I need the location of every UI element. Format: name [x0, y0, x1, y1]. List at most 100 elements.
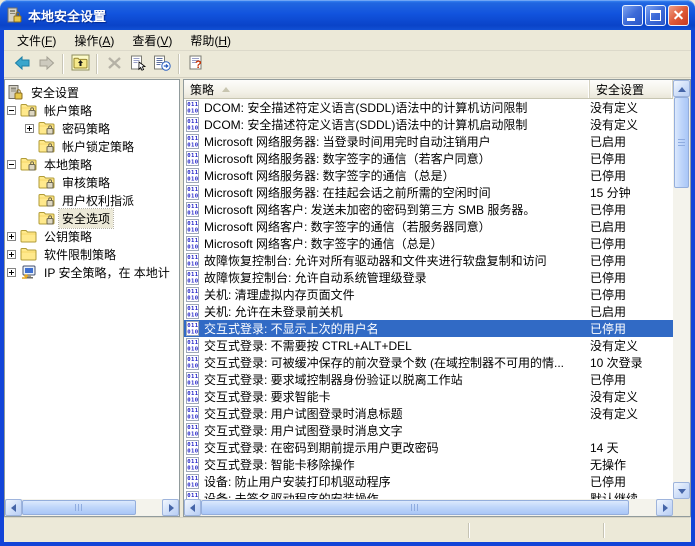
- tree-item-公钥策略[interactable]: 公钥策略: [5, 227, 179, 245]
- policy-row[interactable]: 011 010 交互式登录: 在密码到期前提示用户更改密码 14 天: [184, 439, 673, 456]
- list-horizontal-scrollbar[interactable]: [184, 499, 673, 516]
- ip-policy-icon: [20, 265, 37, 280]
- security-setting-value: 已停用: [590, 203, 627, 217]
- delete-button[interactable]: [102, 53, 126, 75]
- tree-item-密码策略[interactable]: 密码策略: [5, 119, 179, 137]
- policy-row[interactable]: 011 010 交互式登录: 要求域控制器身份验证以脱离工作站 已停用: [184, 371, 673, 388]
- sort-ascending-icon: [222, 86, 231, 92]
- expand-plus-icon[interactable]: [7, 267, 16, 277]
- tree-item-IP 安全策略，在 本地计[interactable]: IP 安全策略，在 本地计: [5, 263, 179, 281]
- tree-item-用户权利指派[interactable]: 用户权利指派: [5, 191, 179, 209]
- scroll-left-button[interactable]: [5, 499, 22, 516]
- policy-name: 交互式登录: 在密码到期前提示用户更改密码: [204, 441, 439, 455]
- column-header-policy[interactable]: 策略: [184, 80, 590, 98]
- policy-row[interactable]: 011 010 关机: 清理虚拟内存页面文件 已停用: [184, 286, 673, 303]
- policy-binary-icon: 011010: [186, 474, 199, 489]
- list-vertical-scrollbar[interactable]: [673, 80, 690, 499]
- minimize-button[interactable]: [622, 4, 643, 26]
- tree-item-帐户锁定策略[interactable]: 帐户锁定策略: [5, 137, 179, 155]
- scroll-thumb[interactable]: [201, 500, 629, 515]
- scroll-down-button[interactable]: [673, 482, 690, 499]
- security-setting-value: 已停用: [590, 373, 627, 387]
- menu-action[interactable]: 操作(A): [65, 30, 123, 51]
- policy-binary-icon: 011010: [186, 406, 199, 421]
- policy-row[interactable]: 011 010 DCOM: 安全描述符定义语言(SDDL)语法中的计算机启动限制 没有…: [184, 116, 673, 133]
- maximize-button[interactable]: [645, 4, 666, 26]
- scroll-up-button[interactable]: [673, 80, 690, 97]
- policy-row[interactable]: 011 010 Microsoft 网络服务器: 在挂起会话之前所需的空闲时间 15 …: [184, 184, 673, 201]
- scroll-track[interactable]: [629, 499, 656, 516]
- tree-item-软件限制策略[interactable]: 软件限制策略: [5, 245, 179, 263]
- svg-text:010: 010: [187, 414, 199, 420]
- scroll-left-button[interactable]: [184, 499, 201, 516]
- policy-row[interactable]: 011 010 交互式登录: 不需要按 CTRL+ALT+DEL 没有定义: [184, 337, 673, 354]
- policy-row[interactable]: 011 010 故障恢复控制台: 允许自动系统管理级登录 已停用: [184, 269, 673, 286]
- tree-item-帐户策略[interactable]: 帐户策略: [5, 101, 179, 119]
- expand-plus-icon[interactable]: [7, 249, 16, 259]
- scroll-thumb[interactable]: [674, 97, 689, 188]
- list-header: 策略 安全设置: [184, 80, 673, 99]
- tree-item-本地策略[interactable]: 本地策略: [5, 155, 179, 173]
- main-area: 安全设置 帐户策略 密码策略 帐户锁定策略 本地策略 审核策略 用户权利指派 安全选项 公钥策略…: [4, 79, 691, 517]
- policy-name: 交互式登录: 用户试图登录时消息文字: [204, 424, 403, 438]
- policy-row[interactable]: 011 010 交互式登录: 可被缓冲保存的前次登录个数 (在域控制器不可用的情..…: [184, 354, 673, 371]
- scroll-thumb[interactable]: [22, 500, 136, 515]
- forward-button[interactable]: [34, 53, 58, 75]
- policy-row[interactable]: 011 010 Microsoft 网络服务器: 数字签字的通信（若客户同意） 已停用: [184, 150, 673, 167]
- security-setting-value: 已停用: [590, 475, 627, 489]
- back-button[interactable]: [10, 53, 34, 75]
- collapse-minus-icon[interactable]: [7, 105, 16, 115]
- menu-view[interactable]: 查看(V): [123, 30, 181, 51]
- svg-text:010: 010: [187, 312, 199, 318]
- up-one-level-button[interactable]: [68, 53, 92, 75]
- help-button[interactable]: ?: [184, 53, 208, 75]
- scroll-track[interactable]: [673, 188, 690, 482]
- svg-text:011: 011: [187, 408, 199, 414]
- policy-row[interactable]: 011 010 Microsoft 网络客户: 数字签字的通信（总是） 已停用: [184, 235, 673, 252]
- column-header-setting[interactable]: 安全设置: [590, 80, 673, 98]
- policy-binary-icon: 011010: [186, 457, 199, 472]
- policy-row[interactable]: 011 010 Microsoft 网络服务器: 当登录时间用完时自动注销用户 已启用: [184, 133, 673, 150]
- policy-binary-icon: 011010: [186, 491, 199, 499]
- policy-name: 关机: 允许在未登录前关机: [204, 305, 343, 319]
- expand-plus-icon[interactable]: [7, 231, 16, 241]
- policy-binary-icon: 011010: [186, 338, 199, 353]
- policy-row[interactable]: 011 010 Microsoft 网络服务器: 数字签字的通信（总是） 已停用: [184, 167, 673, 184]
- svg-text:011: 011: [187, 153, 199, 159]
- tree-item-安全选项[interactable]: 安全选项: [5, 207, 179, 229]
- back-arrow-icon: [14, 55, 31, 74]
- policy-row[interactable]: 011010 设备: 未签名驱动程序的安装操作 默认继续: [184, 490, 673, 499]
- policy-binary-icon: 011010: [186, 100, 199, 115]
- tree-horizontal-scrollbar[interactable]: [5, 499, 179, 516]
- expand-plus-icon[interactable]: [25, 123, 34, 133]
- policy-row[interactable]: 011 010 Microsoft 网络客户: 数字签字的通信（若服务器同意） 已启用: [184, 218, 673, 235]
- policy-row[interactable]: 011 010 交互式登录: 不显示上次的用户名 已停用: [184, 320, 673, 337]
- menu-help[interactable]: 帮助(H): [181, 30, 240, 51]
- properties-button[interactable]: [126, 53, 150, 75]
- scroll-track[interactable]: [136, 499, 162, 516]
- policy-row[interactable]: 011 010 交互式登录: 要求智能卡 没有定义: [184, 388, 673, 405]
- export-list-button[interactable]: [150, 53, 174, 75]
- tree-item-label: 安全设置: [31, 85, 80, 100]
- tree-item-审核策略[interactable]: 审核策略: [5, 173, 179, 191]
- close-button[interactable]: [668, 4, 689, 26]
- tree-item-安全设置[interactable]: 安全设置: [5, 83, 179, 101]
- menu-file[interactable]: 文件(F): [8, 30, 65, 51]
- policy-row[interactable]: 011 010 Microsoft 网络客户: 发送未加密的密码到第三方 SMB 服…: [184, 201, 673, 218]
- collapse-minus-icon[interactable]: [7, 159, 16, 169]
- policy-row[interactable]: 011 010 交互式登录: 智能卡移除操作 无操作: [184, 456, 673, 473]
- policy-row[interactable]: 011 010 设备: 防止用户安装打印机驱动程序 已停用: [184, 473, 673, 490]
- policy-row[interactable]: 011 010 关机: 允许在未登录前关机 已启用: [184, 303, 673, 320]
- svg-text:011: 011: [187, 170, 199, 176]
- tree-item-label: 用户权利指派: [62, 193, 135, 208]
- policy-row[interactable]: 011 010 故障恢复控制台: 允许对所有驱动器和文件夹进行软盘复制和访问 已停用: [184, 252, 673, 269]
- policy-row[interactable]: 011 010 交互式登录: 用户试图登录时消息标题 没有定义: [184, 405, 673, 422]
- scroll-right-button[interactable]: [162, 499, 179, 516]
- policy-row[interactable]: 011 010 交互式登录: 用户试图登录时消息文字: [184, 422, 673, 439]
- title-bar[interactable]: 本地安全设置: [0, 0, 695, 30]
- policy-row[interactable]: 011 010 DCOM: 安全描述符定义语言(SDDL)语法中的计算机访问限制 没有…: [184, 99, 673, 116]
- close-icon: [669, 6, 688, 25]
- scroll-right-button[interactable]: [656, 499, 673, 516]
- svg-text:010: 010: [187, 227, 199, 233]
- policy-name: 交互式登录: 不显示上次的用户名: [204, 322, 379, 336]
